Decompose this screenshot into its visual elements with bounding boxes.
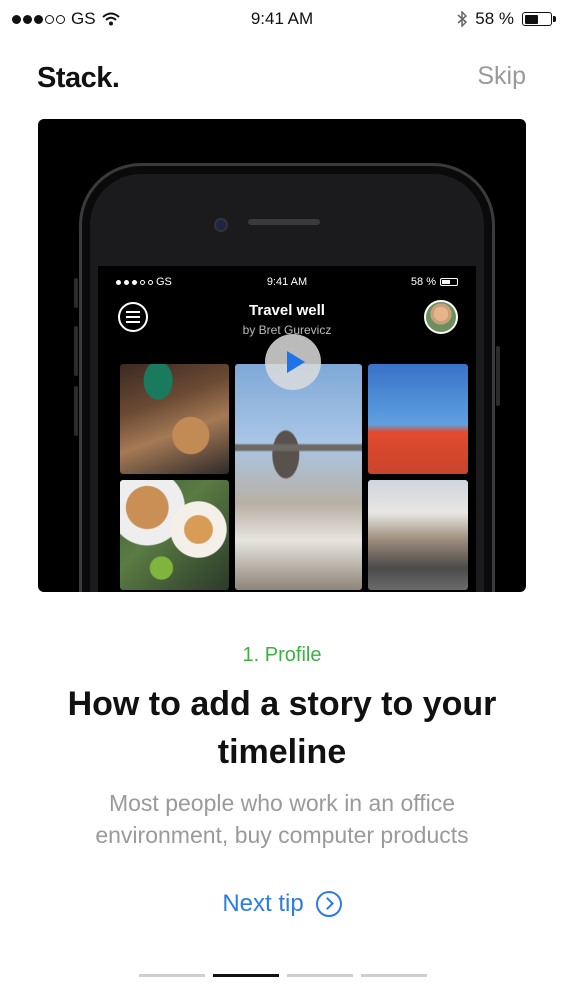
photo-tile-cafe	[120, 364, 229, 474]
next-tip-label: Next tip	[222, 890, 304, 917]
skip-button[interactable]: Skip	[477, 62, 526, 91]
tutorial-illustration: GS 9:41 AM 58 % Travel well by Bret Gure…	[38, 119, 526, 592]
battery-icon	[522, 12, 556, 26]
phone-screen: GS 9:41 AM 58 % Travel well by Bret Gure…	[98, 266, 476, 592]
page-dot	[287, 974, 353, 977]
preview-status-bar: GS 9:41 AM 58 %	[116, 276, 458, 292]
page-indicator	[139, 974, 427, 977]
preview-battery-icon	[440, 278, 458, 286]
play-icon	[265, 334, 321, 390]
page-dot	[139, 974, 205, 977]
preview-battery-group: 58 %	[411, 276, 458, 288]
next-tip-button[interactable]: Next tip	[0, 890, 564, 918]
battery-percentage: 58 %	[475, 9, 514, 28]
avatar	[424, 300, 458, 334]
status-bar: GS 9:41 AM 58 %	[0, 0, 564, 40]
photo-tile-street	[368, 480, 468, 590]
step-label: 1. Profile	[242, 644, 322, 666]
phone-volume-down	[74, 386, 78, 436]
preview-battery-text: 58 %	[410, 276, 436, 288]
phone-power-button	[496, 346, 500, 406]
page-title: How to add a story to your timeline	[67, 685, 497, 771]
app-logo: Stack.	[37, 62, 120, 94]
page-dot	[213, 974, 279, 977]
front-camera	[214, 218, 228, 232]
photo-tile-square	[368, 364, 468, 474]
photo-tile-coffee	[120, 480, 229, 590]
preview-time: 9:41 AM	[266, 276, 308, 288]
description: Most people who work in an office enviro…	[95, 790, 469, 848]
photo-tile-pier	[235, 364, 362, 590]
bluetooth-icon	[457, 11, 468, 27]
phone-mute-switch	[74, 278, 78, 308]
page-dot	[361, 974, 427, 977]
phone-mockup: GS 9:41 AM 58 % Travel well by Bret Gure…	[74, 163, 500, 592]
earpiece-speaker	[248, 219, 320, 225]
status-right: 58 %	[457, 9, 556, 29]
phone-volume-up	[74, 326, 78, 376]
preview-title: Travel well	[249, 302, 325, 319]
chevron-right-circle-icon	[315, 891, 342, 917]
